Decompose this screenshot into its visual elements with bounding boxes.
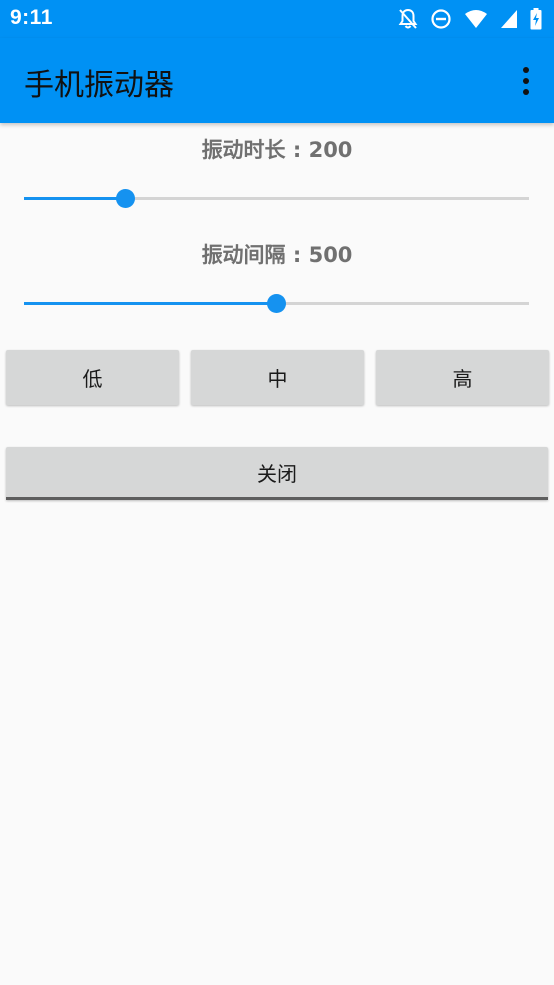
battery-charging-icon — [530, 8, 542, 30]
slider-thumb[interactable] — [267, 294, 286, 313]
status-icons — [398, 7, 542, 31]
vibration-duration-label: 振动时长 : 200 — [201, 138, 353, 162]
app-bar: 手机振动器 — [0, 38, 554, 123]
low-button[interactable]: 低 — [6, 350, 179, 405]
vibration-interval-label: 振动间隔 : 500 — [201, 243, 353, 267]
signal-icon — [500, 9, 518, 29]
do-not-disturb-icon — [430, 8, 452, 30]
status-bar: 9:11 — [0, 0, 554, 38]
medium-button[interactable]: 中 — [191, 350, 364, 405]
vibration-interval-slider[interactable] — [24, 292, 529, 316]
status-time: 9:11 — [10, 6, 53, 29]
wifi-icon — [464, 9, 488, 29]
high-button[interactable]: 高 — [376, 350, 549, 405]
slider-fill — [24, 197, 125, 200]
app-title: 手机振动器 — [24, 68, 174, 103]
close-button[interactable]: 关闭 — [6, 447, 548, 500]
slider-fill — [24, 302, 277, 305]
more-vert-icon[interactable] — [520, 67, 532, 95]
vibration-duration-slider[interactable] — [24, 187, 529, 211]
slider-thumb[interactable] — [115, 189, 135, 208]
notifications-off-icon — [398, 8, 418, 30]
